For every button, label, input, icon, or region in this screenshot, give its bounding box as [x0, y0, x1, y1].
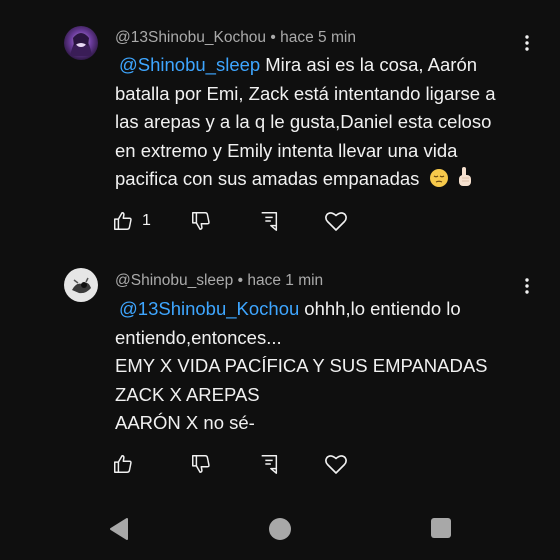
comment-text: @Shinobu_sleep Mira asi es la cosa, Aarón… — [115, 51, 535, 194]
heart-button[interactable] — [324, 449, 348, 479]
reply-button[interactable] — [258, 206, 280, 236]
avatar-image — [64, 268, 98, 302]
thumbs-down-icon — [192, 212, 210, 230]
comment-line: las arepas y a la q le gusta,Daniel esta… — [115, 111, 492, 132]
dislike-button[interactable] — [190, 449, 212, 479]
thumbs-down-icon — [192, 455, 210, 473]
avatar[interactable] — [64, 268, 98, 302]
dislike-button[interactable] — [190, 206, 212, 236]
meta-separator: • — [237, 272, 244, 289]
comment-line: Mira asi es la cosa, Aarón — [265, 54, 478, 75]
author-name[interactable]: @13Shinobu_Kochou — [115, 29, 266, 46]
more-vert-icon — [525, 35, 529, 51]
mention-link[interactable]: @13Shinobu_Kochou — [119, 298, 299, 319]
pensive-face-icon — [429, 169, 448, 187]
comment-actions: 1 — [112, 206, 372, 236]
timestamp: hace 5 min — [280, 29, 356, 46]
author-name[interactable]: @Shinobu_sleep — [115, 272, 233, 289]
like-button[interactable] — [112, 449, 142, 479]
comment-line: ZACK X AREPAS — [115, 383, 260, 405]
back-triangle-icon — [110, 518, 128, 540]
comment-line: AARÓN X no sé- — [115, 412, 255, 433]
mention-link[interactable]: @Shinobu_sleep — [119, 54, 260, 75]
avatar[interactable] — [64, 26, 98, 60]
thumbs-up-icon — [114, 212, 132, 230]
comment-line: pacifica con sus amadas empanadas — [115, 168, 420, 189]
heart-icon — [325, 212, 347, 231]
like-count: 1 — [142, 212, 151, 229]
heart-button[interactable] — [324, 206, 348, 236]
home-circle-icon — [269, 518, 291, 540]
comment-line: ohhh,lo entiendo lo — [304, 298, 461, 319]
reply-button[interactable] — [258, 449, 280, 479]
like-button[interactable]: 1 — [112, 206, 151, 236]
thumbs-up-icon — [114, 455, 132, 473]
comment-line: en extremo y Emily intenta llevar una vi… — [115, 139, 458, 161]
nav-back-button[interactable] — [108, 517, 130, 546]
nav-home-button[interactable] — [268, 517, 292, 546]
comment-actions — [112, 449, 372, 479]
comment-line: entiendo,entonces... — [115, 326, 282, 348]
reply-icon — [261, 455, 278, 474]
more-options-button[interactable] — [516, 275, 538, 297]
avatar-image — [64, 26, 98, 60]
heart-icon — [325, 455, 347, 474]
comment-line: EMY X VIDA PACÍFICA Y SUS EMPANADAS — [115, 355, 488, 376]
recents-square-icon — [431, 518, 451, 538]
meta-separator: • — [270, 29, 276, 46]
timestamp: hace 1 min — [247, 272, 324, 289]
system-navigation-bar — [0, 505, 560, 555]
comment-meta: @13Shinobu_Kochou • hace 5 min — [115, 29, 356, 47]
index-pointing-up-icon — [458, 167, 471, 186]
comment-line: batalla por Emi, Zack está intentando li… — [115, 82, 496, 104]
more-vert-icon — [525, 278, 529, 294]
reply-icon — [261, 212, 278, 231]
nav-recents-button[interactable] — [430, 517, 452, 544]
comment-meta: @Shinobu_sleep • hace 1 min — [115, 272, 323, 290]
comment-text: @13Shinobu_Kochou ohhh,lo entiendo lo ent… — [115, 295, 535, 438]
